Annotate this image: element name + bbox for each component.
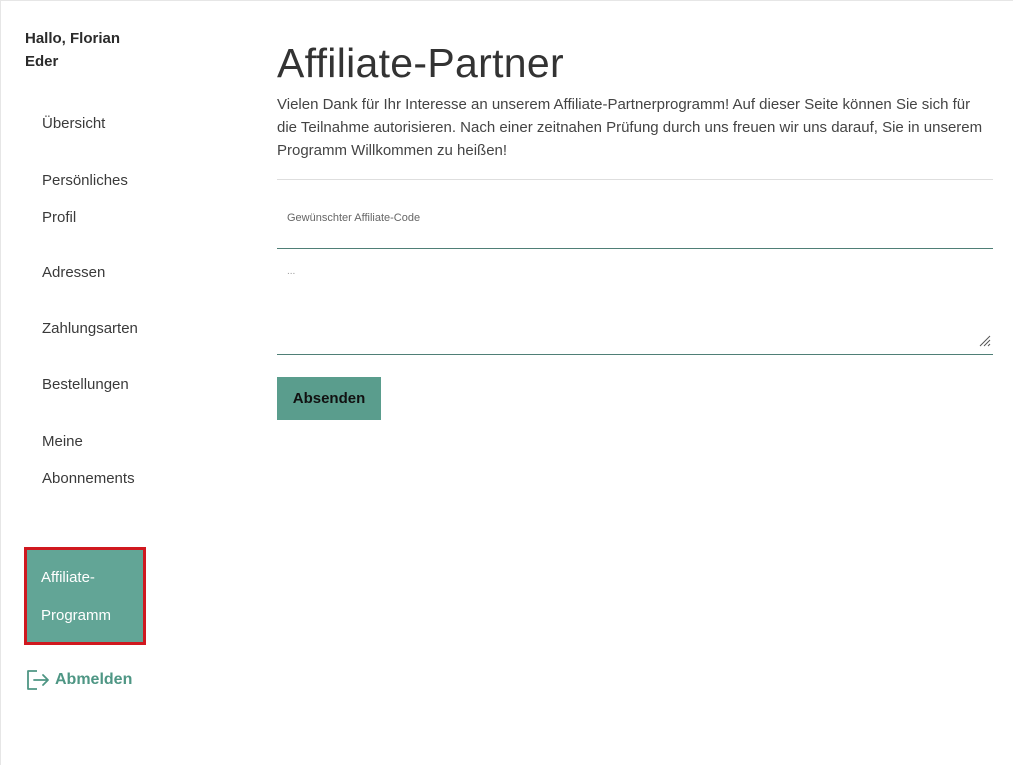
resize-handle-icon[interactable] (979, 334, 991, 352)
textarea-placeholder: ... (287, 266, 296, 277)
account-sidebar: Hallo, Florian Eder Übersicht Persönlich… (24, 27, 155, 692)
sidebar-item-payment-methods[interactable]: Zahlungsarten (25, 301, 155, 357)
affiliate-main: Affiliate-Partner Vielen Dank für Ihr In… (277, 37, 993, 420)
submit-button[interactable]: Absenden (277, 377, 381, 420)
logout-label: Abmelden (55, 671, 133, 688)
message-textarea[interactable]: ... (277, 249, 993, 355)
sidebar-item-orders[interactable]: Bestellungen (25, 357, 155, 413)
intro-text: Vielen Dank für Ihr Interesse an unserem… (277, 96, 983, 159)
sidebar-item-overview[interactable]: Übersicht (25, 96, 155, 152)
sidebar-item-personal-profile[interactable]: Persönliches Profil (25, 152, 155, 245)
affiliate-code-field[interactable]: Gewünschter Affiliate-Code (277, 180, 993, 249)
sidebar-item-affiliate-program[interactable]: Affiliate-Programm (24, 547, 146, 645)
sidebar-item-subscriptions[interactable]: Meine Abonnements (25, 413, 155, 506)
sidebar-item-addresses[interactable]: Adressen (25, 245, 155, 301)
logout-icon (25, 668, 51, 692)
affiliate-code-label: Gewünschter Affiliate-Code (287, 212, 421, 224)
user-greeting: Hallo, Florian Eder (25, 30, 121, 70)
logout-link[interactable]: Abmelden (25, 668, 155, 692)
page-title: Affiliate-Partner (277, 40, 564, 86)
account-nav: Übersicht Persönliches Profil Adressen Z… (24, 96, 155, 645)
